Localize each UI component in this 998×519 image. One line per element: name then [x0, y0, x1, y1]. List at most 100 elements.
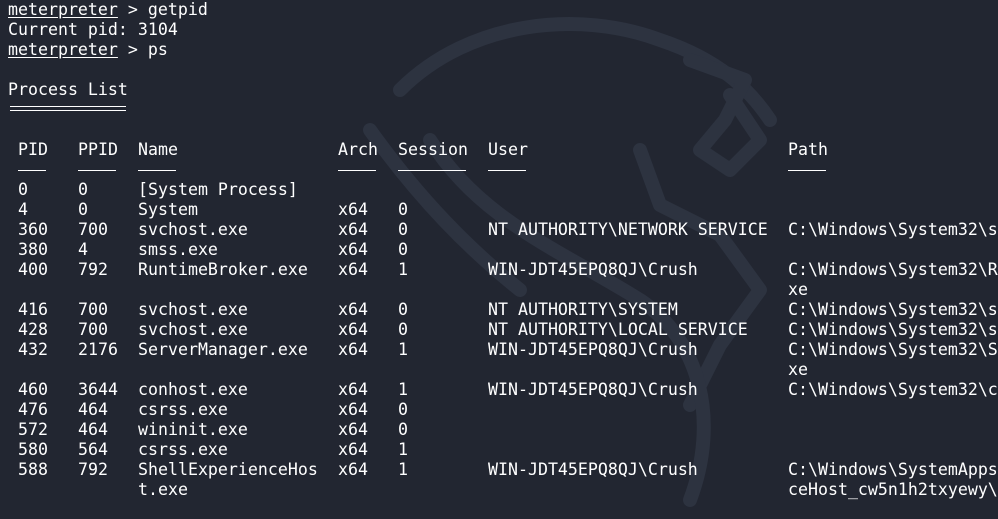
- name-cell: smss.exe: [138, 240, 218, 259]
- section-title: Process List: [8, 80, 128, 99]
- meterpreter-prompt: meterpreter: [8, 40, 118, 59]
- header-arch: Arch: [338, 140, 378, 159]
- pid-cell: 572: [18, 420, 48, 439]
- header-name-underline: [138, 170, 176, 171]
- command-getpid: getpid: [147, 0, 208, 19]
- section-title-underline-2: [10, 110, 126, 111]
- pid-cell: 416: [18, 300, 48, 319]
- command-ps: ps: [147, 40, 168, 59]
- ppid-cell: 464: [78, 420, 108, 439]
- session-cell: 1: [398, 460, 408, 479]
- prompt-line-getpid: meterpreter > getpid: [8, 0, 208, 20]
- session-cell: 0: [398, 240, 408, 259]
- name-cell-continued: t.exe: [138, 480, 188, 499]
- user-cell: NT AUTHORITY\NETWORK SERVICE: [488, 220, 768, 239]
- pid-cell: 432: [18, 340, 48, 359]
- arch-cell: x64: [338, 340, 368, 359]
- pid-cell: 428: [18, 320, 48, 339]
- prompt-symbol: >: [127, 40, 138, 59]
- name-cell: svchost.exe: [138, 300, 248, 319]
- prompt-symbol: >: [127, 0, 138, 19]
- session-cell: 1: [398, 340, 408, 359]
- header-ppid-underline: [78, 170, 116, 171]
- arch-cell: x64: [338, 380, 368, 399]
- pid-cell: 0: [18, 180, 28, 199]
- user-cell: WIN-JDT45EPQ8QJ\Crush: [488, 460, 698, 479]
- user-cell: WIN-JDT45EPQ8QJ\Crush: [488, 340, 698, 359]
- name-cell: System: [138, 200, 198, 219]
- header-path: Path: [788, 140, 828, 159]
- ppid-cell: 0: [78, 180, 88, 199]
- ppid-cell: 564: [78, 440, 108, 459]
- ppid-cell: 2176: [78, 340, 118, 359]
- session-cell: 0: [398, 320, 408, 339]
- arch-cell: x64: [338, 220, 368, 239]
- name-cell: conhost.exe: [138, 380, 248, 399]
- pid-cell: 4: [18, 200, 28, 219]
- header-user-underline: [488, 170, 526, 171]
- ppid-cell: 464: [78, 400, 108, 419]
- ppid-cell: 4: [78, 240, 88, 259]
- arch-cell: x64: [338, 440, 368, 459]
- session-cell: 1: [398, 440, 408, 459]
- terminal-window[interactable]: meterpreter > getpid Current pid: 3104 m…: [0, 0, 998, 519]
- path-cell: C:\Windows\System32\S: [788, 340, 998, 359]
- name-cell: svchost.exe: [138, 220, 248, 239]
- path-cell: C:\Windows\System32\s: [788, 300, 998, 319]
- ppid-cell: 700: [78, 220, 108, 239]
- arch-cell: x64: [338, 300, 368, 319]
- name-cell: csrss.exe: [138, 400, 228, 419]
- header-arch-underline: [338, 170, 376, 171]
- arch-cell: x64: [338, 260, 368, 279]
- header-name: Name: [138, 140, 178, 159]
- pid-cell: 460: [18, 380, 48, 399]
- session-cell: 0: [398, 400, 408, 419]
- path-cell: C:\Windows\SystemApps: [788, 460, 998, 479]
- user-cell: WIN-JDT45EPQ8QJ\Crush: [488, 260, 698, 279]
- session-cell: 0: [398, 420, 408, 439]
- pid-cell: 360: [18, 220, 48, 239]
- ppid-cell: 0: [78, 200, 88, 219]
- name-cell: csrss.exe: [138, 440, 228, 459]
- arch-cell: x64: [338, 320, 368, 339]
- user-cell: NT AUTHORITY\SYSTEM: [488, 300, 678, 319]
- arch-cell: x64: [338, 420, 368, 439]
- header-session: Session: [398, 140, 468, 159]
- header-path-underline: [788, 170, 826, 171]
- name-cell: wininit.exe: [138, 420, 248, 439]
- header-ppid: PPID: [78, 140, 118, 159]
- user-cell: NT AUTHORITY\LOCAL SERVICE: [488, 320, 748, 339]
- ppid-cell: 792: [78, 460, 108, 479]
- session-cell: 0: [398, 220, 408, 239]
- session-cell: 0: [398, 200, 408, 219]
- name-cell: svchost.exe: [138, 320, 248, 339]
- ppid-cell: 700: [78, 320, 108, 339]
- ppid-cell: 700: [78, 300, 108, 319]
- user-cell: WIN-JDT45EPQ8QJ\Crush: [488, 380, 698, 399]
- header-session-underline: [398, 170, 466, 171]
- name-cell: ShellExperienceHos: [138, 460, 318, 479]
- path-cell-continued: xe: [788, 360, 808, 379]
- section-title-underline: [10, 106, 126, 107]
- arch-cell: x64: [338, 200, 368, 219]
- pid-cell: 476: [18, 400, 48, 419]
- path-cell: C:\Windows\System32\c: [788, 380, 998, 399]
- pid-cell: 380: [18, 240, 48, 259]
- pid-cell: 580: [18, 440, 48, 459]
- session-cell: 1: [398, 380, 408, 399]
- header-pid-underline: [18, 170, 46, 171]
- path-cell: C:\Windows\System32\s: [788, 220, 998, 239]
- header-user: User: [488, 140, 528, 159]
- pid-cell: 400: [18, 260, 48, 279]
- name-cell: ServerManager.exe: [138, 340, 308, 359]
- path-cell: C:\Windows\System32\s: [788, 320, 998, 339]
- prompt-line-ps: meterpreter > ps: [8, 40, 168, 60]
- name-cell: RuntimeBroker.exe: [138, 260, 308, 279]
- path-cell-continued: ceHost_cw5n1h2txyewy\: [788, 480, 998, 499]
- arch-cell: x64: [338, 240, 368, 259]
- current-pid-output: Current pid: 3104: [8, 20, 178, 39]
- name-cell: [System Process]: [138, 180, 298, 199]
- pid-cell: 588: [18, 460, 48, 479]
- session-cell: 1: [398, 260, 408, 279]
- header-pid: PID: [18, 140, 48, 159]
